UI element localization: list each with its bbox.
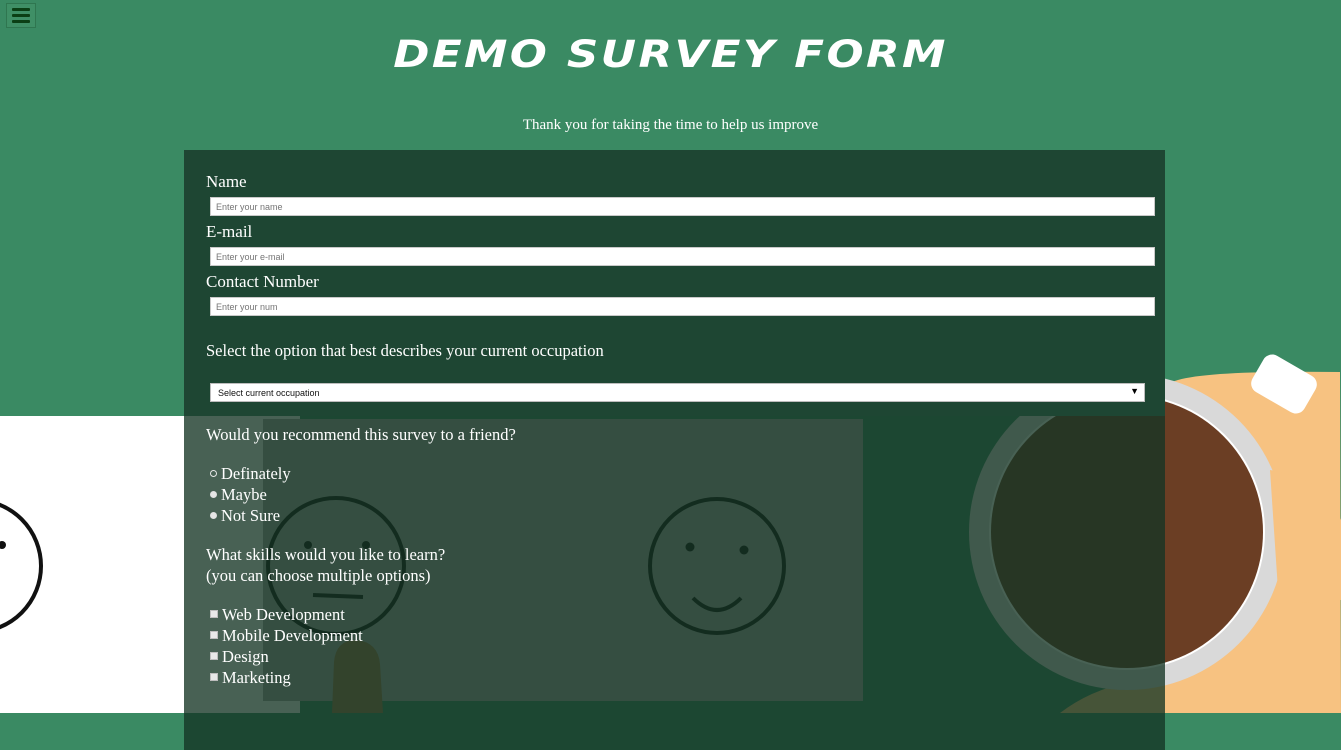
- checkbox-option-design[interactable]: Design: [210, 646, 269, 667]
- name-label: Name: [206, 172, 247, 191]
- radio-option-definately[interactable]: Definately: [210, 463, 291, 484]
- name-input[interactable]: [210, 197, 1155, 216]
- occupation-label: Select the option that best describes yo…: [206, 341, 604, 360]
- checkbox-option-marketing[interactable]: Marketing: [210, 667, 291, 688]
- page-subtitle: Thank you for taking the time to help us…: [522, 117, 819, 133]
- dropdown-arrow-icon: ▼: [1130, 386, 1139, 396]
- radio-option-label: Not Sure: [221, 506, 281, 525]
- checkbox[interactable]: [210, 652, 218, 660]
- checkbox-option-label: Marketing: [222, 668, 291, 687]
- radio-option-label: Maybe: [221, 485, 267, 504]
- contact-number-label: Contact Number: [206, 272, 319, 291]
- contact-number-input[interactable]: [210, 297, 1155, 316]
- hamburger-menu-icon[interactable]: [6, 3, 36, 28]
- page-title: DEMO SURVEY FORM: [393, 33, 948, 76]
- occupation-select[interactable]: Select current occupation ▼: [210, 383, 1145, 402]
- checkbox-option-label: Web Development: [222, 605, 345, 624]
- checkbox-option-web-development[interactable]: Web Development: [210, 604, 345, 625]
- skills-hint: (you can choose multiple options): [206, 566, 431, 585]
- email-input[interactable]: [210, 247, 1155, 266]
- radio-button[interactable]: [210, 512, 217, 519]
- occupation-select-value: Select current occupation: [218, 388, 320, 398]
- checkbox[interactable]: [210, 673, 218, 681]
- checkbox[interactable]: [210, 610, 218, 618]
- survey-form: Name E-mail Contact Number Select the op…: [184, 150, 1165, 750]
- email-label: E-mail: [206, 222, 253, 241]
- checkbox-option-mobile-development[interactable]: Mobile Development: [210, 625, 363, 646]
- radio-button[interactable]: [210, 470, 217, 477]
- radio-option-not-sure[interactable]: Not Sure: [210, 505, 280, 526]
- radio-option-maybe[interactable]: Maybe: [210, 484, 267, 505]
- radio-button[interactable]: [210, 491, 217, 498]
- skills-label: What skills would you like to learn?: [206, 545, 446, 564]
- checkbox-option-label: Design: [222, 647, 269, 666]
- radio-option-label: Definately: [221, 464, 291, 483]
- checkbox-option-label: Mobile Development: [222, 626, 363, 645]
- recommend-label: Would you recommend this survey to a fri…: [206, 425, 516, 444]
- checkbox[interactable]: [210, 631, 218, 639]
